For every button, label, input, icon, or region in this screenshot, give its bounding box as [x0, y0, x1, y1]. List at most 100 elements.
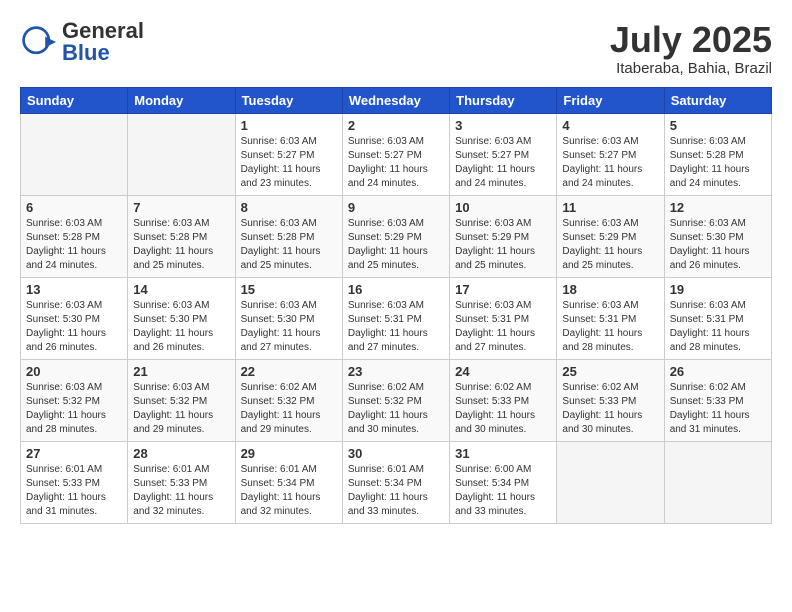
day-info: Sunrise: 6:03 AMSunset: 5:32 PMDaylight:… [133, 381, 229, 437]
weekday-header-wednesday: Wednesday [342, 87, 449, 113]
day-number: 27 [26, 446, 122, 461]
day-info: Sunrise: 6:01 AMSunset: 5:34 PMDaylight:… [348, 463, 444, 519]
day-number: 16 [348, 282, 444, 297]
day-info: Sunrise: 6:02 AMSunset: 5:33 PMDaylight:… [455, 381, 551, 437]
calendar-cell [21, 113, 128, 195]
weekday-header-row: SundayMondayTuesdayWednesdayThursdayFrid… [21, 87, 772, 113]
calendar-cell: 11 Sunrise: 6:03 AMSunset: 5:29 PMDayligh… [557, 195, 664, 277]
day-info: Sunrise: 6:00 AMSunset: 5:34 PMDaylight:… [455, 463, 551, 519]
day-number: 19 [670, 282, 766, 297]
weekday-header-sunday: Sunday [21, 87, 128, 113]
weekday-header-thursday: Thursday [450, 87, 557, 113]
calendar-cell [557, 441, 664, 523]
day-number: 21 [133, 364, 229, 379]
calendar-cell: 3Sunrise: 6:03 AMSunset: 5:27 PMDaylight… [450, 113, 557, 195]
day-number: 7 [133, 200, 229, 215]
calendar-cell: 21 Sunrise: 6:03 AMSunset: 5:32 PMDayligh… [128, 359, 235, 441]
week-row-2: 6 Sunrise: 6:03 AMSunset: 5:28 PMDaylight… [21, 195, 772, 277]
day-info: Sunrise: 6:03 AMSunset: 5:28 PMDaylight:… [670, 135, 766, 191]
calendar-cell: 18Sunrise: 6:03 AMSunset: 5:31 PMDayligh… [557, 277, 664, 359]
calendar-cell: 10 Sunrise: 6:03 AMSunset: 5:29 PMDayligh… [450, 195, 557, 277]
logo-icon [20, 24, 56, 60]
day-number: 28 [133, 446, 229, 461]
day-info: Sunrise: 6:03 AMSunset: 5:30 PMDaylight:… [670, 217, 766, 273]
day-number: 20 [26, 364, 122, 379]
day-number: 1 [241, 118, 337, 133]
calendar-cell: 31 Sunrise: 6:00 AMSunset: 5:34 PMDayligh… [450, 441, 557, 523]
weekday-header-monday: Monday [128, 87, 235, 113]
day-number: 25 [562, 364, 658, 379]
logo-blue: Blue [62, 40, 110, 65]
calendar-cell: 1 Sunrise: 6:03 AMSunset: 5:27 PMDaylight… [235, 113, 342, 195]
calendar-cell: 26 Sunrise: 6:02 AMSunset: 5:33 PMDayligh… [664, 359, 771, 441]
week-row-4: 20 Sunrise: 6:03 AMSunset: 5:32 PMDayligh… [21, 359, 772, 441]
day-info: Sunrise: 6:03 AMSunset: 5:30 PMDaylight:… [26, 299, 122, 355]
day-info: Sunrise: 6:02 AMSunset: 5:32 PMDaylight:… [241, 381, 337, 437]
day-number: 14 [133, 282, 229, 297]
day-number: 31 [455, 446, 551, 461]
week-row-3: 13 Sunrise: 6:03 AMSunset: 5:30 PMDayligh… [21, 277, 772, 359]
day-number: 6 [26, 200, 122, 215]
weekday-header-tuesday: Tuesday [235, 87, 342, 113]
day-info: Sunrise: 6:03 AMSunset: 5:29 PMDaylight:… [455, 217, 551, 273]
day-info: Sunrise: 6:03 AMSunset: 5:27 PMDaylight:… [562, 135, 658, 191]
day-info: Sunrise: 6:03 AMSunset: 5:30 PMDaylight:… [133, 299, 229, 355]
location-subtitle: Itaberaba, Bahia, Brazil [610, 60, 772, 77]
day-number: 4 [562, 118, 658, 133]
day-number: 23 [348, 364, 444, 379]
day-number: 17 [455, 282, 551, 297]
calendar-cell: 12 Sunrise: 6:03 AMSunset: 5:30 PMDayligh… [664, 195, 771, 277]
logo: General Blue [20, 20, 144, 64]
weekday-header-saturday: Saturday [664, 87, 771, 113]
day-info: Sunrise: 6:03 AMSunset: 5:31 PMDaylight:… [562, 299, 658, 355]
day-number: 22 [241, 364, 337, 379]
day-info: Sunrise: 6:03 AMSunset: 5:29 PMDaylight:… [348, 217, 444, 273]
calendar-cell: 14 Sunrise: 6:03 AMSunset: 5:30 PMDayligh… [128, 277, 235, 359]
day-info: Sunrise: 6:03 AMSunset: 5:29 PMDaylight:… [562, 217, 658, 273]
day-info: Sunrise: 6:03 AMSunset: 5:30 PMDaylight:… [241, 299, 337, 355]
day-number: 12 [670, 200, 766, 215]
logo-text: General Blue [62, 20, 144, 64]
day-info: Sunrise: 6:03 AMSunset: 5:31 PMDaylight:… [670, 299, 766, 355]
day-number: 29 [241, 446, 337, 461]
calendar-cell: 19 Sunrise: 6:03 AMSunset: 5:31 PMDayligh… [664, 277, 771, 359]
day-info: Sunrise: 6:03 AMSunset: 5:27 PMDaylight:… [241, 135, 337, 191]
day-info: Sunrise: 6:03 AMSunset: 5:32 PMDaylight:… [26, 381, 122, 437]
calendar-cell: 17 Sunrise: 6:03 AMSunset: 5:31 PMDayligh… [450, 277, 557, 359]
calendar-cell: 20 Sunrise: 6:03 AMSunset: 5:32 PMDayligh… [21, 359, 128, 441]
calendar-cell: 22 Sunrise: 6:02 AMSunset: 5:32 PMDayligh… [235, 359, 342, 441]
calendar-cell: 7 Sunrise: 6:03 AMSunset: 5:28 PMDaylight… [128, 195, 235, 277]
day-info: Sunrise: 6:03 AMSunset: 5:28 PMDaylight:… [26, 217, 122, 273]
day-number: 26 [670, 364, 766, 379]
day-number: 2 [348, 118, 444, 133]
day-info: Sunrise: 6:03 AMSunset: 5:28 PMDaylight:… [133, 217, 229, 273]
calendar-cell: 27 Sunrise: 6:01 AMSunset: 5:33 PMDayligh… [21, 441, 128, 523]
day-number: 24 [455, 364, 551, 379]
calendar-cell: 4 Sunrise: 6:03 AMSunset: 5:27 PMDaylight… [557, 113, 664, 195]
calendar-cell: 15Sunrise: 6:03 AMSunset: 5:30 PMDayligh… [235, 277, 342, 359]
calendar-cell: 6 Sunrise: 6:03 AMSunset: 5:28 PMDaylight… [21, 195, 128, 277]
weekday-header-friday: Friday [557, 87, 664, 113]
calendar-cell: 8Sunrise: 6:03 AMSunset: 5:28 PMDaylight… [235, 195, 342, 277]
day-info: Sunrise: 6:03 AMSunset: 5:31 PMDaylight:… [348, 299, 444, 355]
day-info: Sunrise: 6:01 AMSunset: 5:34 PMDaylight:… [241, 463, 337, 519]
day-number: 11 [562, 200, 658, 215]
day-info: Sunrise: 6:01 AMSunset: 5:33 PMDaylight:… [26, 463, 122, 519]
calendar-cell: 24 Sunrise: 6:02 AMSunset: 5:33 PMDayligh… [450, 359, 557, 441]
calendar-cell [128, 113, 235, 195]
day-info: Sunrise: 6:02 AMSunset: 5:33 PMDaylight:… [670, 381, 766, 437]
day-number: 30 [348, 446, 444, 461]
calendar-cell: 28Sunrise: 6:01 AMSunset: 5:33 PMDayligh… [128, 441, 235, 523]
day-info: Sunrise: 6:02 AMSunset: 5:33 PMDaylight:… [562, 381, 658, 437]
calendar-cell: 16 Sunrise: 6:03 AMSunset: 5:31 PMDayligh… [342, 277, 449, 359]
calendar-cell: 2Sunrise: 6:03 AMSunset: 5:27 PMDaylight… [342, 113, 449, 195]
calendar-cell: 29 Sunrise: 6:01 AMSunset: 5:34 PMDayligh… [235, 441, 342, 523]
day-number: 10 [455, 200, 551, 215]
calendar-table: SundayMondayTuesdayWednesdayThursdayFrid… [20, 87, 772, 524]
title-block: July 2025 Itaberaba, Bahia, Brazil [610, 20, 772, 77]
day-info: Sunrise: 6:03 AMSunset: 5:31 PMDaylight:… [455, 299, 551, 355]
calendar-cell: 23 Sunrise: 6:02 AMSunset: 5:32 PMDayligh… [342, 359, 449, 441]
day-number: 13 [26, 282, 122, 297]
day-info: Sunrise: 6:02 AMSunset: 5:32 PMDaylight:… [348, 381, 444, 437]
calendar-cell: 5Sunrise: 6:03 AMSunset: 5:28 PMDaylight… [664, 113, 771, 195]
